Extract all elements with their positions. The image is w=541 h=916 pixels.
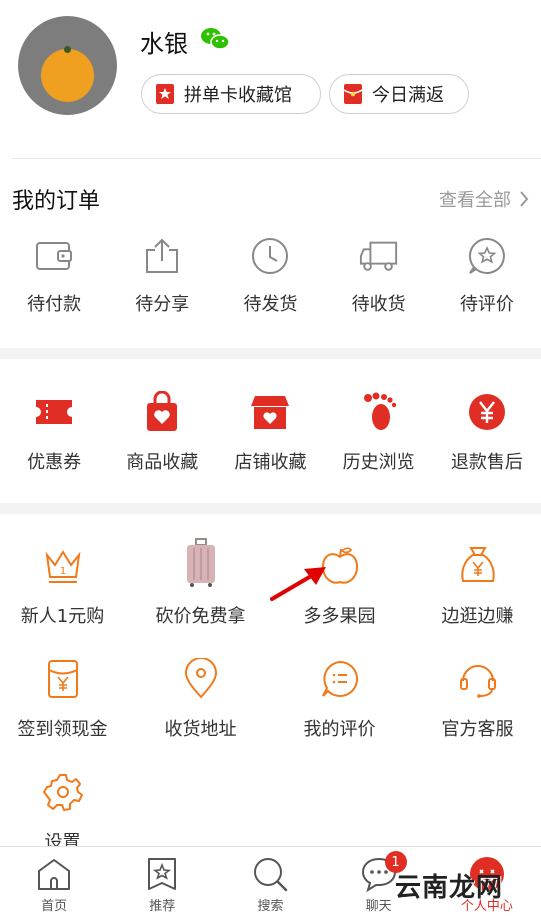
quick-links-row: 优惠券 商品收藏 店铺收藏 历史浏览 退款售后 <box>0 390 541 474</box>
headset-icon <box>459 665 496 698</box>
crown-icon: 1 <box>45 550 80 583</box>
coupons-button[interactable]: 优惠券 <box>0 390 108 474</box>
browsing-history-button[interactable]: 历史浏览 <box>325 390 433 474</box>
order-label: 待收货 <box>351 294 406 315</box>
bag-heart-icon <box>147 391 178 431</box>
orders-row: 待付款 待分享 待发货 待收货 待评价 <box>0 236 541 316</box>
username: 水银 <box>140 30 188 58</box>
tab-label: 推荐 <box>149 899 176 914</box>
service-label: 新人1元购 <box>20 606 105 627</box>
order-pending-delivery[interactable]: 待发货 <box>216 236 324 316</box>
tab-home[interactable]: 首页 <box>0 847 108 916</box>
service-label: 签到领现金 <box>17 719 108 740</box>
watermark: 云南龙网 <box>394 873 503 903</box>
wallet-icon <box>36 242 73 270</box>
service-label: 我的评价 <box>303 719 376 740</box>
address-button[interactable]: 收货地址 <box>133 657 268 741</box>
shop-favorites-button[interactable]: 店铺收藏 <box>216 390 324 474</box>
footprint-icon <box>363 392 396 430</box>
service-label: 砍价免费拿 <box>155 606 246 627</box>
order-pending-review[interactable]: 待评价 <box>433 236 541 316</box>
order-pending-receipt[interactable]: 待收货 <box>325 236 433 316</box>
card-icon <box>156 84 174 104</box>
order-label: 待评价 <box>459 294 514 315</box>
quick-label: 优惠券 <box>27 452 82 473</box>
bargain-free-button[interactable]: 砍价免费拿 <box>133 538 268 628</box>
suitcase-icon <box>186 538 215 587</box>
home-icon <box>38 859 71 890</box>
tab-recommend[interactable]: 推荐 <box>108 847 216 916</box>
recommend-icon <box>148 858 177 890</box>
service-label: 官方客服 <box>441 719 514 740</box>
chevron-right-icon <box>520 191 529 207</box>
star-bubble-icon <box>468 237 505 274</box>
tab-label: 聊天 <box>365 899 392 914</box>
order-pending-payment[interactable]: 待付款 <box>0 236 108 316</box>
gear-icon <box>42 774 83 811</box>
tab-search[interactable]: 搜索 <box>216 847 324 916</box>
checkin-cash-button[interactable]: 签到领现金 <box>0 657 130 741</box>
profile-header: 水银 拼单卡收藏馆 今日满返 <box>0 0 541 150</box>
card-collection-chip[interactable]: 拼单卡收藏馆 <box>141 74 321 114</box>
svg-text:1: 1 <box>59 566 65 577</box>
envelope-yuan-icon <box>47 660 78 698</box>
my-reviews-button[interactable]: 我的评价 <box>272 657 407 741</box>
product-favorites-button[interactable]: 商品收藏 <box>108 390 216 474</box>
chip-label: 拼单卡收藏馆 <box>184 85 292 106</box>
annotation-arrow-icon <box>270 567 326 601</box>
search-icon <box>254 858 288 892</box>
tab-label: 搜索 <box>257 899 284 914</box>
shop-heart-icon <box>251 396 290 429</box>
chip-label: 今日满返 <box>372 85 444 106</box>
clock-icon <box>252 238 289 274</box>
newcomer-deal-button[interactable]: 1 新人1元购 <box>0 544 130 628</box>
tab-label: 首页 <box>41 899 68 914</box>
section-separator <box>0 503 541 514</box>
section-separator <box>0 348 541 359</box>
order-label: 待付款 <box>27 294 82 315</box>
wechat-icon <box>201 28 230 50</box>
order-pending-share[interactable]: 待分享 <box>108 236 216 316</box>
quick-label: 历史浏览 <box>342 452 415 473</box>
share-icon <box>146 238 179 273</box>
service-label: 多多果园 <box>303 606 376 627</box>
browse-earn-button[interactable]: 边逛边赚 <box>410 544 541 628</box>
settings-button[interactable]: 设置 <box>0 770 130 854</box>
order-label: 待分享 <box>135 294 190 315</box>
refund-aftersale-button[interactable]: 退款售后 <box>433 390 541 474</box>
comment-icon <box>321 660 358 697</box>
view-all-label: 查看全部 <box>439 190 511 211</box>
daily-rebate-chip[interactable]: 今日满返 <box>329 74 469 114</box>
view-all-orders[interactable]: 查看全部 <box>439 186 529 212</box>
red-envelope-icon <box>343 84 363 104</box>
quick-label: 商品收藏 <box>126 452 199 473</box>
orders-title: 我的订单 <box>12 189 101 214</box>
customer-service-button[interactable]: 官方客服 <box>410 657 541 741</box>
coupon-icon <box>36 400 73 424</box>
truck-icon <box>359 241 397 271</box>
order-label: 待发货 <box>243 294 298 315</box>
location-pin-icon <box>184 658 217 699</box>
money-bag-icon <box>460 547 495 582</box>
yuan-circle-icon <box>468 394 505 430</box>
service-label: 边逛边赚 <box>441 606 514 627</box>
quick-label: 退款售后 <box>450 452 523 473</box>
divider <box>12 158 541 159</box>
service-label: 收货地址 <box>164 719 237 740</box>
quick-label: 店铺收藏 <box>234 452 307 473</box>
avatar[interactable] <box>18 16 117 115</box>
